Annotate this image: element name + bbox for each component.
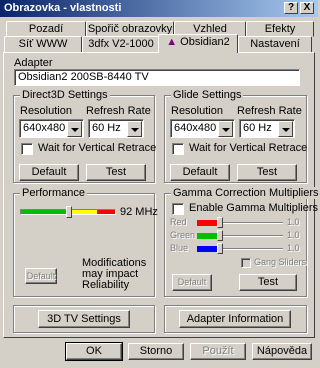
performance-title: Performance (20, 187, 87, 199)
gang-sliders-label: Gang Sliders (254, 257, 307, 267)
obsidian-triangle-icon: ▲ (166, 36, 178, 48)
gamma-green-label: Green (170, 230, 196, 240)
glide-title: Glide Settings (171, 89, 244, 101)
performance-green-zone (21, 210, 69, 214)
help-title-button[interactable]: ? (284, 2, 298, 14)
chevron-down-icon[interactable] (218, 121, 233, 137)
d3d-resolution-label: Resolution (20, 105, 72, 117)
gamma-blue-swatch (197, 246, 217, 252)
title-bar: Obrazovka - vlastnosti ? X (0, 0, 318, 17)
performance-default-button[interactable]: Default (25, 268, 57, 284)
glide-default-button[interactable]: Default (170, 164, 230, 181)
tv-settings-frame: 3D TV Settings (13, 305, 155, 333)
tab-pozadi[interactable]: Pozadí (6, 21, 86, 37)
tab-nastaveni[interactable]: Nastavení (238, 36, 312, 53)
tab-obsidian2-label: Obsidian2 (180, 36, 230, 48)
glide-vsync-label: Wait for Vertical Retrace (189, 142, 308, 154)
performance-yellow-zone (69, 210, 97, 214)
adapter-label: Adapter (14, 57, 53, 69)
performance-slider-thumb[interactable] (66, 206, 72, 218)
gamma-enable-checkbox[interactable] (172, 203, 184, 215)
d3d-refresh-value: 60 Hz (92, 122, 121, 134)
d3d-default-button[interactable]: Default (19, 164, 79, 181)
gamma-blue-thumb[interactable] (217, 243, 223, 254)
settings-panel: Adapter Obsidian2 200SB-8440 TV Direct3D… (3, 52, 320, 338)
gamma-blue-value: 1.0 (287, 243, 300, 253)
ok-button[interactable]: OK (65, 342, 123, 361)
apply-button[interactable]: Použít (190, 343, 246, 360)
glide-group: Glide Settings Resolution Refresh Rate 6… (164, 89, 308, 183)
glide-resolution-select[interactable]: 640x480 (170, 119, 235, 138)
d3d-resolution-select[interactable]: 640x480 (19, 119, 84, 138)
performance-note: Modifications may impact Reliability (82, 257, 147, 291)
gamma-red-value: 1.0 (287, 217, 300, 227)
gamma-enable-label: Enable Gamma Multipliers (189, 202, 318, 214)
chevron-down-icon[interactable] (278, 121, 293, 137)
gamma-green-track[interactable] (217, 235, 283, 237)
gamma-blue-track[interactable] (217, 248, 283, 250)
tv-settings-button[interactable]: 3D TV Settings (38, 310, 130, 328)
gamma-red-swatch (197, 220, 217, 226)
gamma-group: Gamma Correction Multipliers Enable Gamm… (164, 187, 320, 297)
d3d-vsync-checkbox[interactable] (21, 143, 33, 155)
chevron-down-icon[interactable] (127, 121, 142, 137)
performance-value: 92 MHz (120, 206, 158, 218)
d3d-refresh-select[interactable]: 60 Hz (88, 119, 144, 138)
d3d-resolution-value: 640x480 (23, 122, 66, 134)
direct3d-group: Direct3D Settings Resolution Refresh Rat… (13, 89, 157, 183)
window-title: Obrazovka - vlastnosti (4, 2, 122, 14)
gamma-default-button[interactable]: Default (172, 274, 212, 291)
gamma-green-thumb[interactable] (217, 230, 223, 241)
performance-group: Performance 92 MHz Default Modifications… (13, 187, 158, 297)
gamma-blue-label: Blue (170, 243, 189, 253)
glide-refresh-label: Refresh Rate (237, 105, 302, 117)
gamma-green-value: 1.0 (287, 230, 300, 240)
glide-resolution-label: Resolution (171, 105, 223, 117)
gamma-title: Gamma Correction Multipliers (171, 187, 320, 199)
d3d-vsync-label: Wait for Vertical Retrace (38, 142, 157, 154)
d3d-test-button[interactable]: Test (86, 164, 146, 181)
d3d-refresh-label: Refresh Rate (86, 105, 151, 117)
gamma-green-swatch (197, 233, 217, 239)
gang-sliders-checkbox[interactable] (241, 258, 251, 268)
performance-red-zone (97, 210, 115, 214)
adapter-info-frame: Adapter Information (164, 305, 307, 333)
gamma-red-label: Red (170, 217, 187, 227)
adapter-information-button[interactable]: Adapter Information (179, 310, 291, 328)
gamma-test-button[interactable]: Test (239, 274, 297, 291)
cancel-button[interactable]: Storno (128, 343, 184, 360)
gamma-red-track[interactable] (217, 222, 283, 224)
glide-test-button[interactable]: Test (237, 164, 297, 181)
adapter-name-field[interactable]: Obsidian2 200SB-8440 TV (14, 69, 300, 86)
direct3d-title: Direct3D Settings (20, 89, 110, 101)
glide-refresh-value: 60 Hz (243, 122, 272, 134)
gamma-red-thumb[interactable] (217, 217, 223, 228)
tab-efekty[interactable]: Efekty (246, 21, 314, 37)
close-title-button[interactable]: X (300, 2, 314, 14)
chevron-down-icon[interactable] (67, 121, 82, 137)
glide-refresh-select[interactable]: 60 Hz (239, 119, 295, 138)
tab-obsidian2[interactable]: ▲ Obsidian2 (158, 34, 238, 53)
help-button[interactable]: Nápověda (252, 343, 312, 360)
tab-3dfx[interactable]: 3dfx V2-1000 (82, 36, 160, 53)
glide-vsync-checkbox[interactable] (172, 143, 184, 155)
glide-resolution-value: 640x480 (174, 122, 217, 134)
tab-sit-www[interactable]: Síť WWW (4, 36, 82, 53)
performance-slider[interactable] (20, 206, 116, 218)
